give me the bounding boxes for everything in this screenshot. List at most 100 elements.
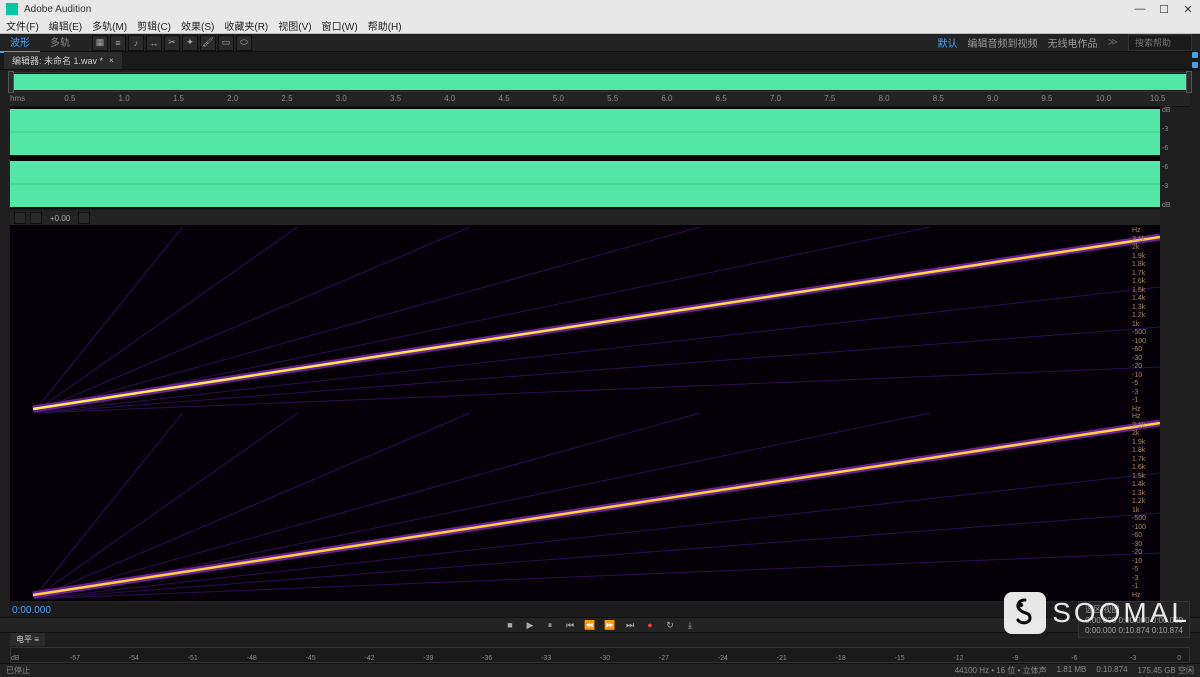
- menu-favorites[interactable]: 收藏夹(R): [224, 18, 268, 33]
- ruler-tick: 9.5: [1041, 94, 1052, 103]
- stop-button[interactable]: ■: [503, 619, 517, 631]
- view-dur[interactable]: 0:10.874: [1152, 626, 1183, 635]
- right-panel-toggles: [1192, 52, 1198, 616]
- mode-multitrack[interactable]: 多轨: [40, 32, 80, 53]
- help-search-input[interactable]: 搜索帮助: [1128, 34, 1192, 51]
- menu-multitrack[interactable]: 多轨(M): [92, 18, 127, 33]
- file-tab-close-icon[interactable]: ×: [109, 56, 114, 65]
- window-titlebar: Adobe Audition — ☐ ✕: [0, 0, 1200, 18]
- skip-start-button[interactable]: ⏮: [563, 619, 577, 631]
- tool-move-icon[interactable]: ↔: [146, 35, 162, 51]
- ruler-tick: 10.0: [1096, 94, 1112, 103]
- status-bar: 已停止 44100 Hz • 16 位 • 立体声 1.81 MB 0:10.8…: [0, 663, 1200, 677]
- workspace-radio[interactable]: 无线电作品: [1048, 35, 1098, 50]
- ruler-tick: 2.5: [281, 94, 292, 103]
- tool-heal-icon[interactable]: ✦: [182, 35, 198, 51]
- minimize-button[interactable]: —: [1134, 3, 1146, 15]
- tool-lasso-icon[interactable]: ⬭: [236, 35, 252, 51]
- editor-tab-row: 编辑器: 未命名 1.wav * ×: [0, 52, 1200, 70]
- menu-file[interactable]: 文件(F): [6, 18, 39, 33]
- spectral-display[interactable]: Hz2.1k 2k1.9k 1.8k1.7k 1.6k1.5k 1.4k1.3k…: [10, 225, 1160, 601]
- view-end[interactable]: 0:10.874: [1118, 626, 1149, 635]
- ruler-tick: 5.0: [553, 94, 564, 103]
- view-start[interactable]: 0:00.000: [1085, 626, 1116, 635]
- ruler-tick: 4.5: [499, 94, 510, 103]
- workspace-default[interactable]: 默认: [938, 35, 958, 50]
- waveform-channel-left: [10, 107, 1160, 157]
- skip-selection-button[interactable]: ⤓: [683, 619, 697, 631]
- selection-view-panel: 选区/视图 0:00.000 0:00.000 0:00.000 0:00.00…: [1078, 601, 1190, 638]
- mode-waveform[interactable]: 波形: [0, 32, 40, 53]
- ruler-tick: 1.5: [173, 94, 184, 103]
- tool-razor-icon[interactable]: ✂: [164, 35, 180, 51]
- ruler-tick: 2.0: [227, 94, 238, 103]
- menu-view[interactable]: 视图(V): [278, 18, 311, 33]
- status-duration: 0:10.874: [1096, 665, 1127, 676]
- ruler-tick: 6.0: [661, 94, 672, 103]
- menu-effects[interactable]: 效果(S): [181, 18, 214, 33]
- selection-end[interactable]: 0:00.000: [1118, 616, 1149, 625]
- spectral-tool-icon[interactable]: [14, 212, 26, 224]
- ruler-tick: 0.5: [64, 94, 75, 103]
- workspace-edit-video[interactable]: 编辑音频到视频: [968, 35, 1038, 50]
- app-logo-icon: [6, 3, 18, 15]
- ruler-tick: 3.5: [390, 94, 401, 103]
- menu-edit[interactable]: 编辑(E): [49, 18, 82, 33]
- tool-pitch-icon[interactable]: ♪: [128, 35, 144, 51]
- spectral-pan-icon[interactable]: [30, 212, 42, 224]
- status-playback: 已停止: [6, 665, 30, 676]
- ruler-tick: 7.0: [770, 94, 781, 103]
- timeline-ruler[interactable]: hms 0.5 1.0 1.5 2.0 2.5 3.0 3.5 4.0 4.5 …: [10, 93, 1190, 107]
- current-timecode[interactable]: 0:00.000: [10, 605, 51, 616]
- spectral-gain-value[interactable]: +0.00: [46, 214, 74, 223]
- waveform-display[interactable]: dB -3 -6 -6 -3 dB: [10, 107, 1160, 209]
- loop-button[interactable]: ↻: [663, 619, 677, 631]
- tool-brush-icon[interactable]: 🖌: [200, 35, 216, 51]
- menu-bar: 文件(F) 编辑(E) 多轨(M) 剪辑(C) 效果(S) 收藏夹(R) 视图(…: [0, 18, 1200, 34]
- overview-handle-left[interactable]: [8, 71, 14, 93]
- mode-toolbar-row: 波形 多轨 ▦ ≡ ♪ ↔ ✂ ✦ 🖌 ▭ ⬭ 默认 编辑音频到视频 无线电作品…: [0, 34, 1200, 52]
- levels-panel-tab[interactable]: 电平 ≡: [10, 633, 45, 646]
- spectral-toolbar: +0.00: [10, 211, 1160, 225]
- file-tab-label: 编辑器: 未命名 1.wav *: [12, 54, 103, 67]
- spectral-area: +0.00: [10, 211, 1160, 601]
- edit-tools: ▦ ≡ ♪ ↔ ✂ ✦ 🖌 ▭ ⬭: [92, 35, 252, 51]
- panel-toggle-icon[interactable]: [1192, 62, 1198, 68]
- ruler-tick: 9.0: [987, 94, 998, 103]
- ruler-tick: 6.5: [716, 94, 727, 103]
- maximize-button[interactable]: ☐: [1158, 3, 1170, 15]
- close-window-button[interactable]: ✕: [1182, 3, 1194, 15]
- selection-start[interactable]: 0:00.000: [1085, 616, 1116, 625]
- hz-scale-left-channel: Hz2.1k 2k1.9k 1.8k1.7k 1.6k1.5k 1.4k1.3k…: [1132, 227, 1160, 413]
- db-scale-right: dB -3 -6 -6 -3 dB: [1162, 107, 1192, 209]
- ruler-tick: 10.5: [1150, 94, 1166, 103]
- ruler-tick: 8.5: [933, 94, 944, 103]
- ruler-tick: 8.0: [878, 94, 889, 103]
- record-button[interactable]: ●: [643, 619, 657, 631]
- file-tab[interactable]: 编辑器: 未命名 1.wav * ×: [4, 52, 122, 69]
- skip-end-button[interactable]: ⏭: [623, 619, 637, 631]
- ruler-tick: 1.0: [119, 94, 130, 103]
- waveform-overview[interactable]: [10, 72, 1190, 92]
- selection-dur[interactable]: 0:00.000: [1152, 616, 1183, 625]
- tool-spectral-icon[interactable]: ≡: [110, 35, 126, 51]
- level-meter: dB -57 -54 -51 -48 -45 -42 -39 -36 -33 -…: [10, 647, 1190, 663]
- spectral-reset-icon[interactable]: [78, 212, 90, 224]
- pause-button[interactable]: ⏸: [543, 619, 557, 631]
- hz-scale-right-channel: Hz2.1k 2k1.9k 1.8k1.7k 1.6k1.5k 1.4k1.3k…: [1132, 413, 1160, 599]
- rewind-button[interactable]: ⏪: [583, 619, 597, 631]
- panel-toggle-icon[interactable]: [1192, 52, 1198, 58]
- menu-window[interactable]: 窗口(W): [322, 18, 358, 33]
- selection-label: 选区/视图: [1085, 604, 1183, 615]
- menu-help[interactable]: 帮助(H): [368, 18, 402, 33]
- forward-button[interactable]: ⏩: [603, 619, 617, 631]
- ruler-tick: 3.0: [336, 94, 347, 103]
- play-button[interactable]: ▶: [523, 619, 537, 631]
- spectral-channel-right: [10, 413, 1160, 599]
- tool-marquee-icon[interactable]: ▭: [218, 35, 234, 51]
- tool-hud-icon[interactable]: ▦: [92, 35, 108, 51]
- menu-clip[interactable]: 剪辑(C): [137, 18, 171, 33]
- ruler-tick: 5.5: [607, 94, 618, 103]
- status-disk-free: 175.45 GB 空闲: [1138, 665, 1194, 676]
- status-sample-rate: 44100 Hz • 16 位 • 立体声: [955, 665, 1047, 676]
